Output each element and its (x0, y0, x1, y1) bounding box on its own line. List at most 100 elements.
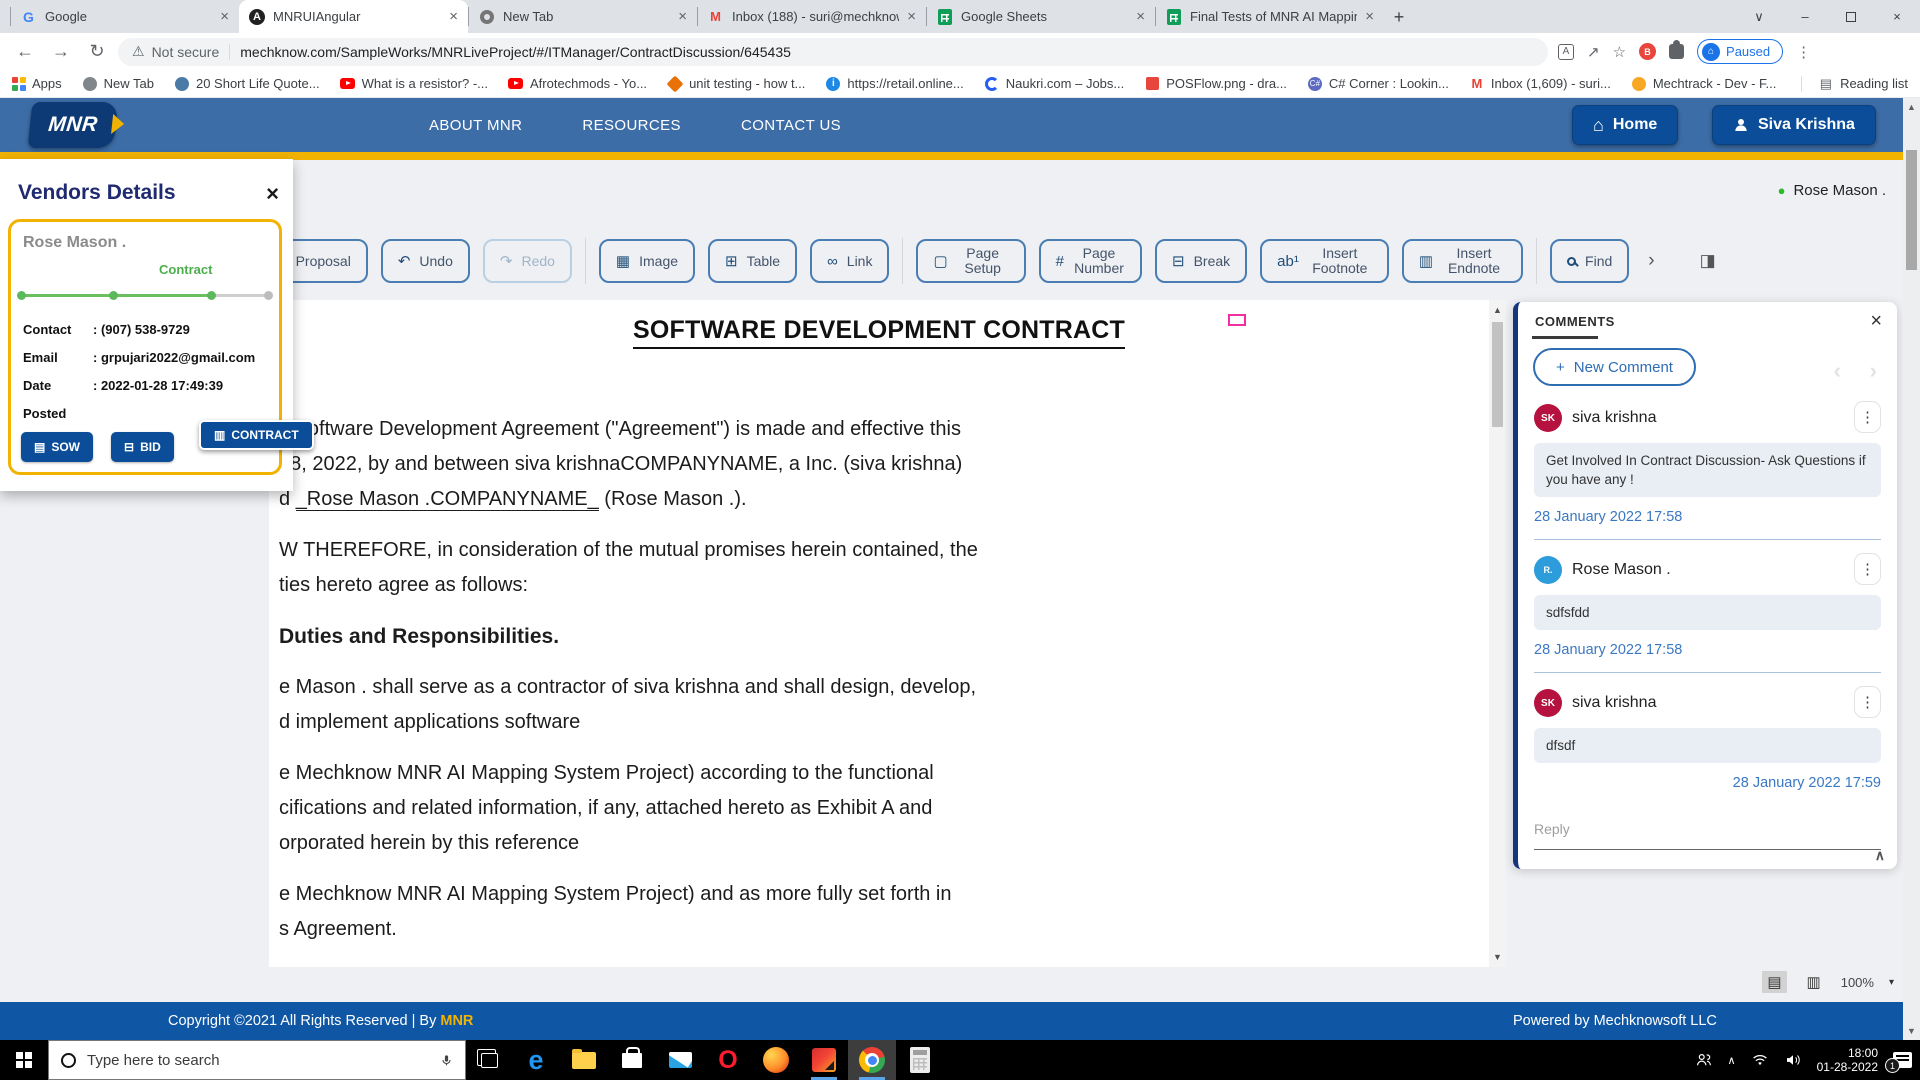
comments-close-icon[interactable]: × (1870, 310, 1882, 333)
scroll-down-icon[interactable]: ▼ (1903, 1026, 1920, 1036)
tab-search-icon[interactable]: ∨ (1736, 0, 1782, 33)
taskbar-search[interactable] (48, 1040, 466, 1080)
next-comment-icon[interactable]: › (1870, 358, 1877, 384)
paused-extension-pill[interactable]: ⌂ Paused (1697, 39, 1783, 64)
back-icon[interactable]: ← (10, 41, 40, 62)
microphone-icon[interactable] (440, 1054, 453, 1067)
undo-button[interactable]: ↶ Undo (381, 239, 470, 283)
tab-inbox[interactable]: M Inbox (188) - suri@mechknowsof × (697, 0, 926, 33)
share-icon[interactable]: ↗ (1587, 43, 1600, 61)
nav-resources[interactable]: RESOURCES (582, 117, 681, 134)
comment-date[interactable]: 28 January 2022 17:58 (1534, 509, 1881, 525)
people-icon[interactable] (1695, 1051, 1713, 1069)
home-button[interactable]: ⌂ Home (1572, 105, 1678, 145)
tab-mnruiangular[interactable]: A MNRUIAngular × (239, 0, 468, 33)
taskbar-store[interactable] (608, 1040, 656, 1080)
bid-button[interactable]: ⊟ BID (111, 432, 174, 462)
comments-panel-toggle-icon[interactable]: ◨ (1700, 251, 1716, 271)
extensions-puzzle-icon[interactable] (1669, 44, 1684, 59)
bookmark-quotes[interactable]: 20 Short Life Quote... (174, 76, 320, 92)
tab-close-icon[interactable]: × (678, 8, 687, 25)
footer-brand[interactable]: MNR (440, 1013, 473, 1029)
minimize-button[interactable]: – (1782, 0, 1828, 33)
comment-menu-kebab-icon[interactable]: ⋮ (1854, 401, 1881, 433)
taskbar-mail[interactable] (656, 1040, 704, 1080)
sow-button[interactable]: ▤ SOW (21, 432, 93, 462)
speaker-icon[interactable] (1784, 1051, 1802, 1069)
find-button[interactable]: Find (1550, 239, 1629, 283)
tab-new-tab[interactable]: New Tab × (468, 0, 697, 33)
bookmark-new-tab[interactable]: New Tab (82, 76, 154, 92)
prev-comment-icon[interactable]: ‹ (1834, 358, 1841, 384)
tray-expand-chevron-icon[interactable]: ∧ (1728, 1054, 1736, 1067)
taskbar-search-input[interactable] (87, 1052, 429, 1069)
comment-date[interactable]: 28 January 2022 17:58 (1534, 642, 1881, 658)
insert-footnote-button[interactable]: ab¹ Insert Footnote (1260, 239, 1389, 283)
tab-close-icon[interactable]: × (1136, 8, 1145, 25)
scrollbar-thumb[interactable] (1492, 322, 1503, 427)
bookmark-retail-online[interactable]: i https://retail.online... (825, 76, 963, 92)
user-button[interactable]: Siva Krishna (1712, 105, 1876, 145)
reading-list-button[interactable]: ▤ Reading list (1801, 76, 1908, 92)
tab-google[interactable]: G Google × (10, 0, 239, 33)
comment-menu-kebab-icon[interactable]: ⋮ (1854, 553, 1881, 585)
wifi-icon[interactable] (1751, 1051, 1769, 1069)
insert-endnote-button[interactable]: ▥ Insert Endnote (1402, 239, 1523, 283)
comment-date[interactable]: 28 January 2022 17:59 (1534, 775, 1881, 791)
taskbar-opera[interactable]: O (704, 1040, 752, 1080)
print-layout-icon[interactable]: ▤ (1762, 971, 1786, 993)
restore-button[interactable] (1828, 0, 1874, 33)
taskbar-firefox[interactable] (752, 1040, 800, 1080)
bookmark-unit-testing[interactable]: unit testing - how t... (667, 76, 805, 92)
bookmark-inbox[interactable]: M Inbox (1,609) - suri... (1469, 76, 1611, 92)
new-comment-button[interactable]: + New Comment (1533, 348, 1696, 386)
bookmark-resistor-video[interactable]: What is a resistor? -... (340, 76, 488, 92)
new-tab-button[interactable]: + (1384, 3, 1414, 31)
security-chip[interactable]: ⚠ Not secure (132, 43, 219, 60)
taskbar-chrome[interactable] (848, 1040, 896, 1080)
task-view-button[interactable] (466, 1040, 512, 1080)
toolbar-overflow-chevron-icon[interactable]: › (1642, 250, 1660, 272)
bookmark-csharp-corner[interactable]: C# C# Corner : Lookin... (1307, 76, 1449, 92)
taskbar-calculator[interactable] (896, 1040, 944, 1080)
page-setup-button[interactable]: ▢ Page Setup (916, 239, 1025, 283)
table-button[interactable]: ⊞ Table (708, 239, 797, 283)
browser-scrollbar[interactable]: ▲ ▼ (1903, 98, 1920, 1040)
taskbar-file-explorer[interactable] (560, 1040, 608, 1080)
zoom-caret-icon[interactable]: ▾ (1889, 977, 1894, 988)
scroll-up-icon[interactable]: ▲ (1903, 102, 1920, 112)
action-center-icon[interactable]: 1 (1893, 1052, 1912, 1068)
bookmark-apps[interactable]: Apps (12, 76, 62, 91)
bookmark-posflow[interactable]: POSFlow.png - dra... (1144, 76, 1287, 92)
bookmark-naukri[interactable]: Naukri.com – Jobs... (984, 76, 1125, 92)
start-button[interactable] (0, 1040, 48, 1080)
browser-menu-kebab-icon[interactable]: ⋮ (1796, 43, 1811, 61)
tab-close-icon[interactable]: × (907, 8, 916, 25)
forward-icon[interactable]: → (46, 41, 76, 62)
tab-close-icon[interactable]: × (1365, 8, 1374, 25)
omnibox[interactable]: ⚠ Not secure mechknow.com/SampleWorks/MN… (118, 38, 1548, 66)
reply-input[interactable] (1534, 821, 1881, 837)
translate-icon[interactable]: A (1558, 44, 1574, 60)
tab-final-tests[interactable]: Final Tests of MNR AI Mapping S × (1155, 0, 1384, 33)
scrollbar-thumb[interactable] (1906, 150, 1917, 270)
scroll-down-icon[interactable]: ▼ (1489, 952, 1506, 962)
bookmark-mechtrack[interactable]: Mechtrack - Dev - F... (1631, 76, 1777, 92)
vendors-close-icon[interactable]: × (266, 181, 279, 207)
link-button[interactable]: ∞ Link (810, 239, 889, 283)
comment-menu-kebab-icon[interactable]: ⋮ (1854, 686, 1881, 718)
taskbar-clock[interactable]: 18:00 01-28-2022 (1817, 1046, 1878, 1074)
contract-button[interactable]: ▥ CONTRACT (199, 420, 314, 450)
break-button[interactable]: ⊟ Break (1155, 239, 1247, 283)
document-scrollbar[interactable]: ▲ ▼ (1489, 300, 1506, 967)
extension-red-icon[interactable]: B (1639, 43, 1656, 60)
web-layout-icon[interactable]: ▥ (1802, 971, 1826, 993)
scroll-up-icon[interactable]: ▲ (1489, 305, 1506, 315)
comment-marker[interactable] (1228, 314, 1246, 326)
tab-google-sheets[interactable]: Google Sheets × (926, 0, 1155, 33)
taskbar-photoshop[interactable] (800, 1040, 848, 1080)
taskbar-edge[interactable]: e (512, 1040, 560, 1080)
image-button[interactable]: ▦ Image (599, 239, 695, 283)
redo-button[interactable]: ↷ Redo (483, 239, 572, 283)
tab-close-icon[interactable]: × (220, 8, 229, 25)
